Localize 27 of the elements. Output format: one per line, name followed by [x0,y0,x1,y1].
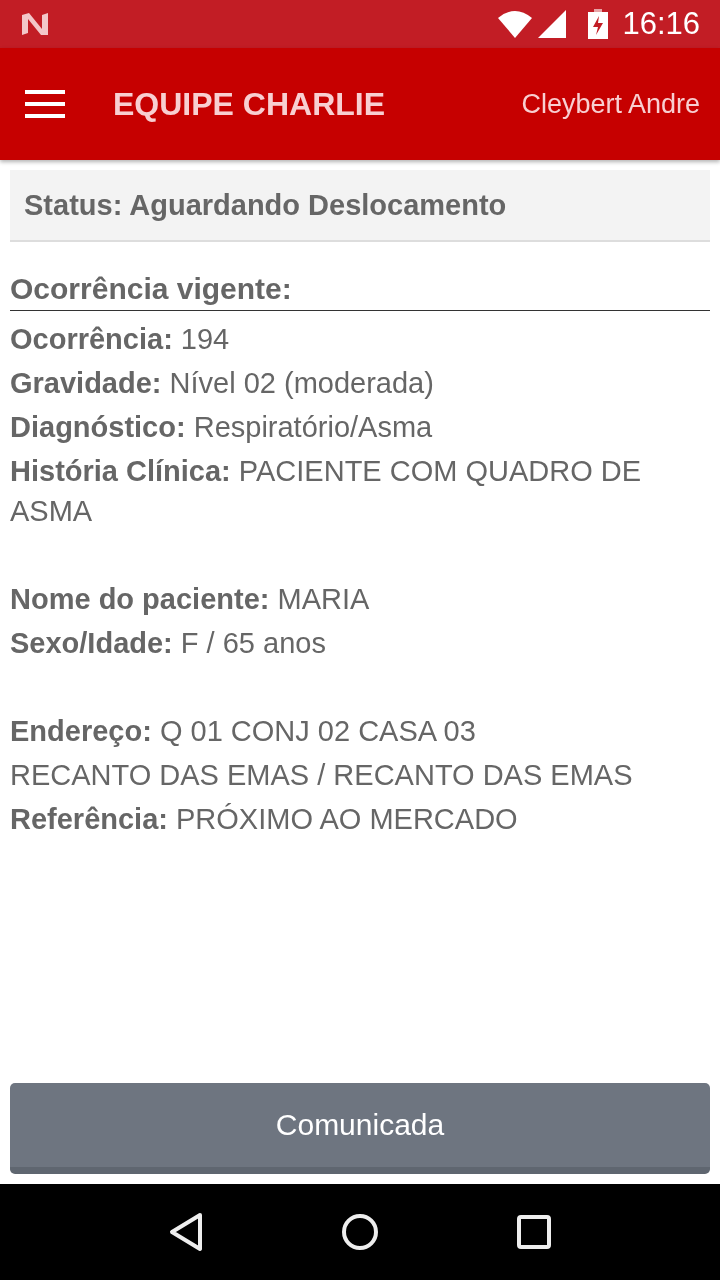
user-name: Cleybert Andre [521,88,700,120]
detail-line: História Clínica: PACIENTE COM QUADRO DE ASMA [10,454,643,529]
menu-icon [25,90,65,118]
detail-line: RECANTO DAS EMAS / RECANTO DAS EMAS [10,758,634,793]
menu-button[interactable] [25,90,65,118]
detail-line: Endereço: Q 01 CONJ 02 CASA 03 [10,714,477,749]
battery-charging-icon [588,9,609,39]
recents-button[interactable] [516,1214,552,1250]
signal-icon [538,10,569,38]
home-button[interactable] [340,1212,380,1252]
detail-line: Referência: PRÓXIMO AO MERCADO [10,802,519,837]
detail-line: Nome do paciente: MARIA [10,582,371,617]
detail-line: Ocorrência: 194 [10,322,231,357]
recents-icon [516,1214,552,1250]
back-button[interactable] [168,1212,204,1252]
detail-line: Gravidade: Nível 02 (moderada) [10,366,435,401]
detail-line: Sexo/Idade: F / 65 anos [10,626,327,661]
wifi-icon [498,10,533,38]
comunicada-button[interactable]: Comunicada [10,1083,710,1174]
section-heading: Ocorrência vigente: [10,272,710,311]
back-icon [168,1212,204,1252]
detail-line: Diagnóstico: Respiratório/Asma [10,410,434,445]
home-icon [340,1212,380,1252]
app-title: EQUIPE CHARLIE [113,85,387,123]
clock-time: 16:16 [622,6,700,42]
notification-icon [20,11,50,37]
status-banner: Status: Aguardando Deslocamento [10,170,710,242]
